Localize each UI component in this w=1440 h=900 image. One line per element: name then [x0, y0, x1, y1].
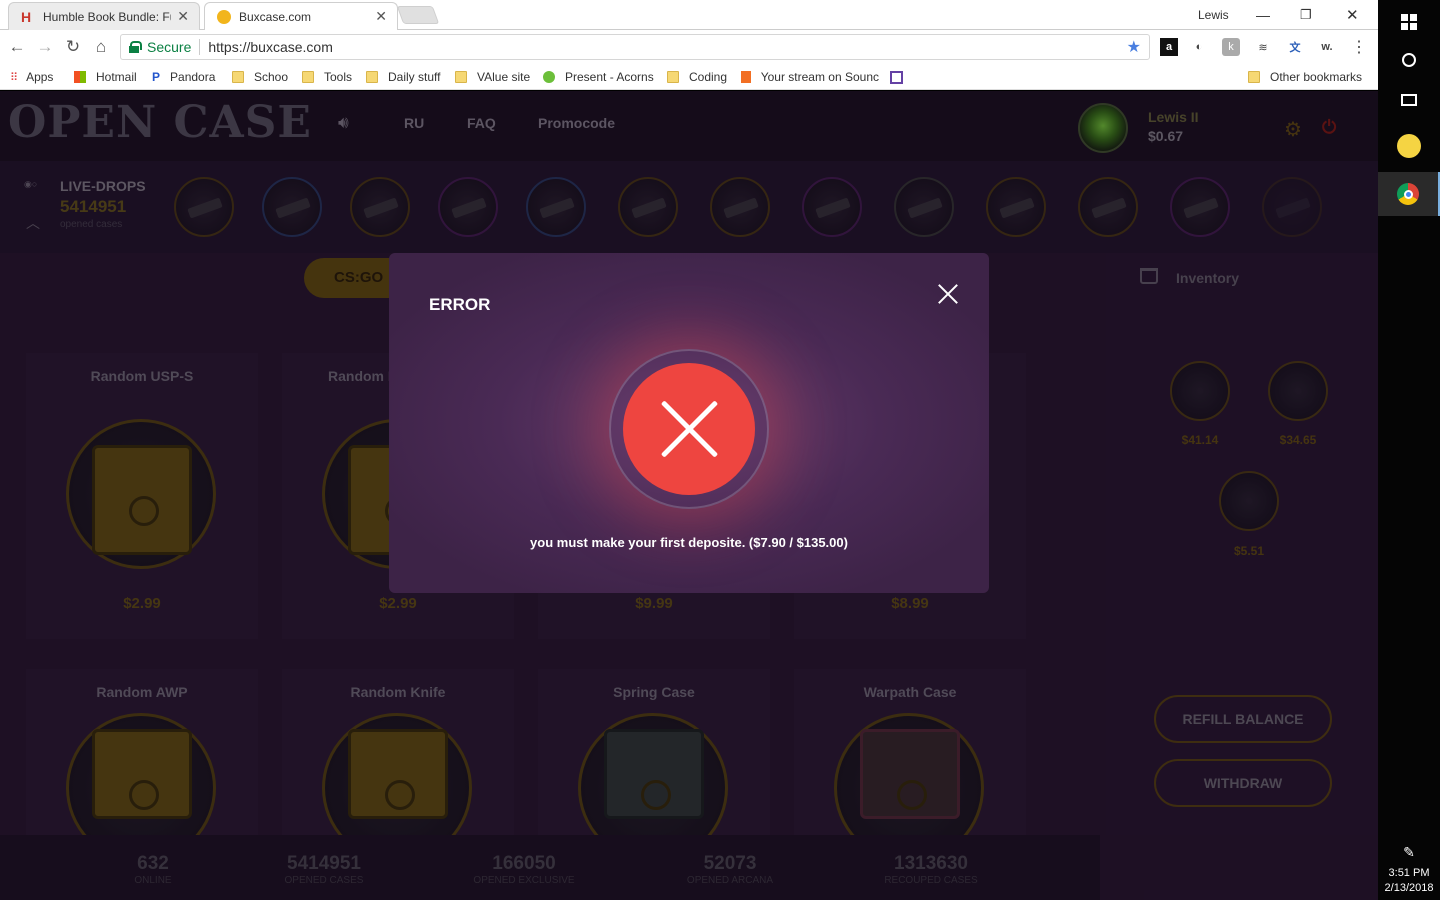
windows-taskbar: ✎ 3:51 PM 2/13/2018: [1378, 0, 1440, 900]
windows-icon: [74, 71, 86, 83]
reload-icon[interactable]: ↻: [62, 36, 84, 58]
bookmark-label: Your stream on Sounc: [760, 70, 879, 84]
secure-label: Secure: [147, 39, 192, 55]
bookmark-label: VAlue site: [477, 70, 531, 84]
minimize-icon[interactable]: —: [1256, 0, 1270, 30]
bookmark-label: Apps: [26, 70, 54, 84]
menu-icon[interactable]: ⋮: [1350, 38, 1368, 56]
humble-icon: H: [21, 8, 32, 25]
tab-close-icon[interactable]: ✕: [177, 8, 189, 25]
url-text[interactable]: https://buxcase.com: [208, 39, 1126, 55]
profile-name[interactable]: Lewis: [1198, 0, 1229, 30]
bookmark-label: Other bookmarks: [1270, 70, 1363, 84]
bookmark-tools[interactable]: Tools: [302, 68, 352, 86]
new-tab-button[interactable]: [396, 6, 440, 24]
k-extension-icon[interactable]: k: [1222, 38, 1240, 56]
folder-icon: [366, 71, 378, 83]
bookmark-hotmail[interactable]: Hotmail: [74, 68, 137, 86]
modal-title: ERROR: [429, 295, 491, 314]
translate-extension-icon[interactable]: 文: [1286, 38, 1304, 56]
acorns-icon: [543, 71, 555, 83]
w-extension-icon[interactable]: w.: [1318, 38, 1336, 56]
lock-icon: [129, 41, 142, 53]
bookmark-apps[interactable]: ⠿ Apps: [10, 68, 53, 86]
cortana-icon[interactable]: [1378, 38, 1440, 82]
tab-title: Buxcase.com: [239, 9, 312, 24]
bookmark-label: Pandora: [170, 70, 216, 84]
tab-buxcase[interactable]: Buxcase.com ✕: [204, 2, 398, 30]
bookmark-other[interactable]: Other bookmarks: [1248, 68, 1362, 86]
website: OPEN CASE 🔊︎ RU FAQ Promocode Lewis II $…: [0, 91, 1378, 900]
folder-icon: [667, 71, 679, 83]
close-icon[interactable]: [937, 283, 959, 305]
bookmark-schoo[interactable]: Schoo: [232, 68, 288, 86]
apps-grid-icon: ⠿: [10, 71, 19, 84]
tab-strip: H Humble Book Bundle: Fu ✕ Buxcase.com ✕…: [0, 0, 1378, 30]
bookmark-daily-stuff[interactable]: Daily stuff: [366, 68, 440, 86]
soundcloud-icon: [741, 71, 751, 83]
bookmark-present-acorns[interactable]: Present - Acorns: [543, 68, 654, 86]
bookmark-label: Daily stuff: [388, 70, 441, 84]
bookmark-coding[interactable]: Coding: [667, 68, 727, 86]
window-close-icon[interactable]: ✕: [1346, 0, 1359, 30]
bookmark-label: Present - Acorns: [565, 70, 654, 84]
tab-close-icon[interactable]: ✕: [375, 8, 387, 25]
folder-icon: [302, 71, 314, 83]
bookmark-label: Schoo: [254, 70, 289, 84]
modal-message: you must make your first deposite. ($7.9…: [530, 535, 848, 550]
folder-icon: [232, 71, 244, 83]
task-view-icon[interactable]: [1378, 78, 1440, 122]
chrome-taskbar-icon[interactable]: [1378, 172, 1440, 216]
clock-date: 2/13/2018: [1384, 882, 1434, 894]
tab-title: Humble Book Bundle: Fu: [43, 9, 172, 24]
toolbar: ← → ↻ ⌂ Secure https://buxcase.com ★ a ◐…: [0, 30, 1378, 64]
error-x-icon: [623, 363, 755, 495]
bookmarks-bar: ⠿ Apps Hotmail P Pandora Schoo Tools Daily…: [0, 64, 1378, 90]
forward-icon[interactable]: →: [34, 36, 56, 58]
bookmark-pandora[interactable]: P Pandora: [152, 68, 215, 86]
smiley-app-icon[interactable]: [1378, 124, 1440, 168]
bookmark-soundcloud[interactable]: Your stream on Sounc: [741, 68, 879, 86]
divider: [199, 39, 201, 55]
database-extension-icon[interactable]: ≋: [1254, 38, 1272, 56]
folder-icon: [1248, 71, 1260, 83]
bookmark-twitch[interactable]: [890, 68, 903, 86]
tab-humble[interactable]: H Humble Book Bundle: Fu ✕: [8, 2, 200, 30]
bookmark-label: Tools: [324, 70, 353, 84]
back-icon[interactable]: ←: [6, 36, 28, 58]
bookmark-value-site[interactable]: VAlue site: [455, 68, 530, 86]
folder-icon: [455, 71, 467, 83]
twitch-icon: [890, 70, 903, 84]
dark-mode-extension-icon[interactable]: ◐: [1190, 38, 1208, 56]
buxcase-icon: [217, 9, 231, 24]
error-modal: ERROR you must make your first deposite.…: [389, 253, 989, 593]
amazon-extension-icon[interactable]: a: [1160, 38, 1178, 56]
clock-time: 3:51 PM: [1388, 867, 1430, 879]
home-icon[interactable]: ⌂: [90, 36, 112, 58]
pandora-icon: P: [152, 70, 161, 84]
bookmark-star-icon[interactable]: ★: [1127, 37, 1141, 57]
bookmark-label: Hotmail: [96, 70, 137, 84]
maximize-icon[interactable]: ❐: [1300, 0, 1312, 30]
address-bar[interactable]: Secure https://buxcase.com ★: [120, 34, 1150, 60]
clock[interactable]: 3:51 PM 2/13/2018: [1378, 866, 1440, 896]
bookmark-label: Coding: [689, 70, 728, 84]
